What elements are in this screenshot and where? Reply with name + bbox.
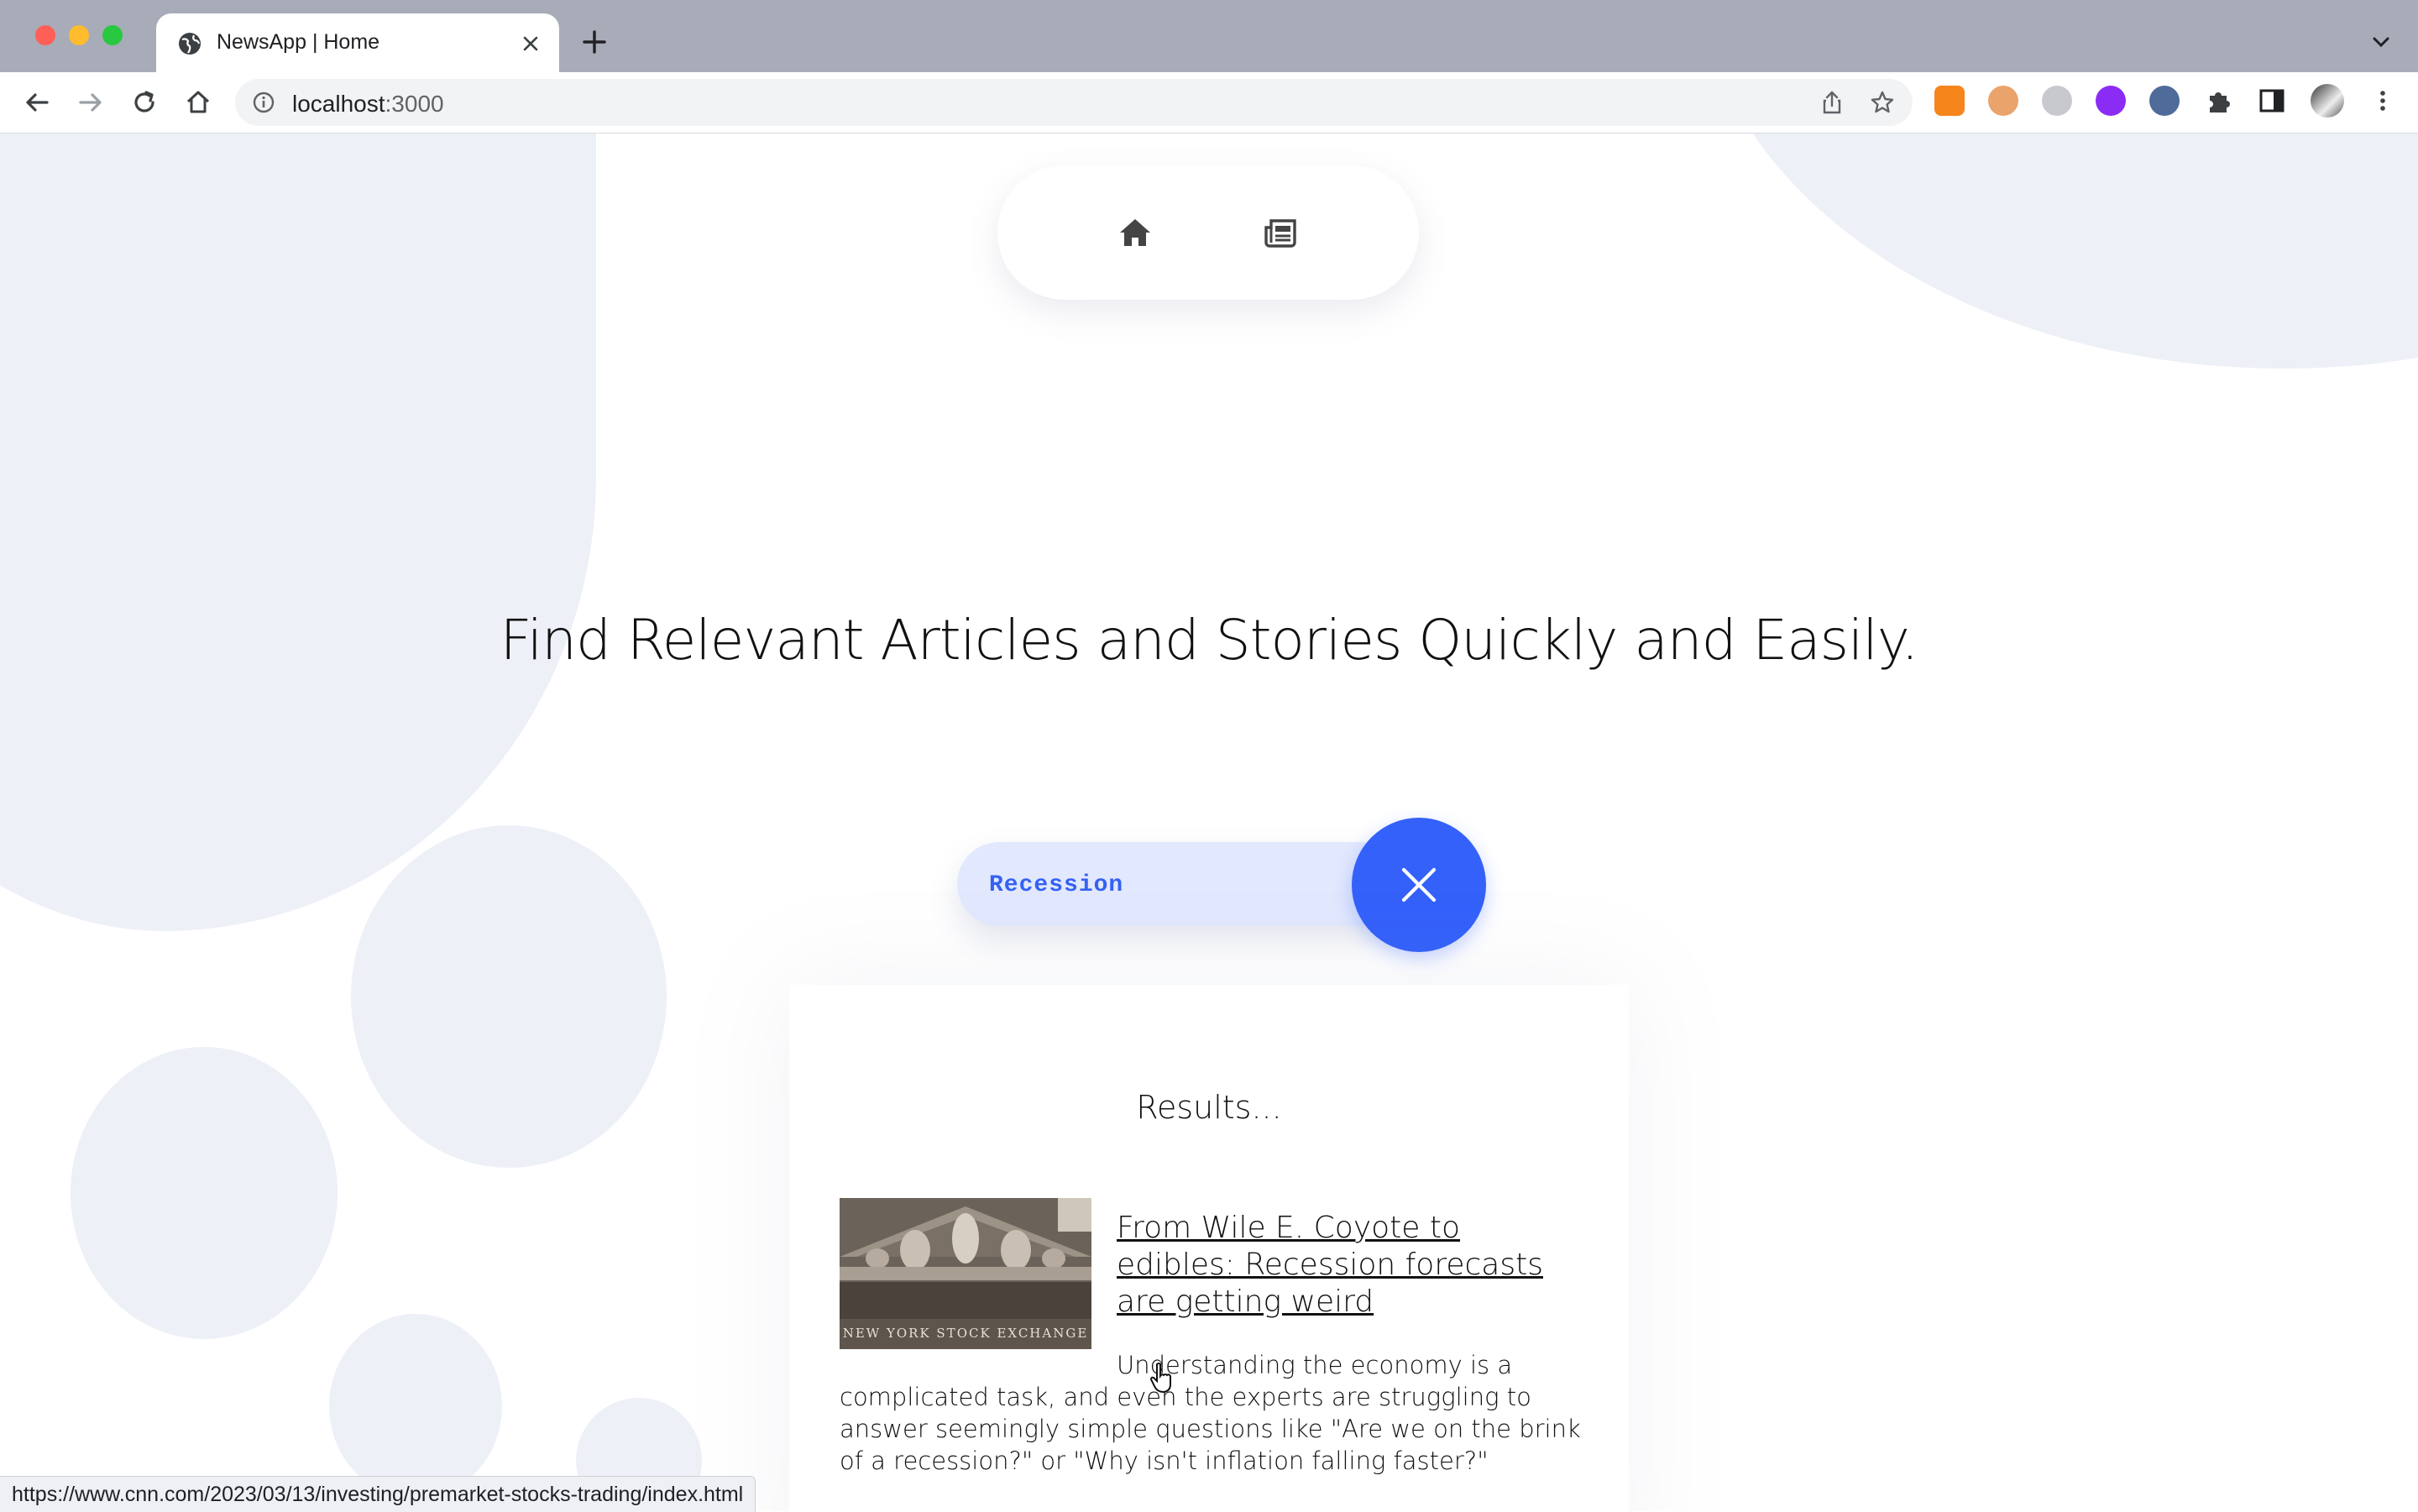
- home-browser-icon[interactable]: [181, 86, 215, 119]
- forward-arrow-icon[interactable]: [74, 86, 107, 119]
- minimize-window-button[interactable]: [69, 25, 89, 45]
- results-card: Results... NEW YORK STOCK EXCHANGE From …: [789, 985, 1629, 1511]
- stock-exchange-facade-image: NEW YORK STOCK EXCHANGE: [840, 1198, 1091, 1349]
- back-arrow-icon[interactable]: [20, 86, 54, 119]
- background-circle: [71, 1047, 338, 1339]
- close-tab-icon[interactable]: [519, 32, 542, 55]
- page-viewport: Find Relevant Articles and Stories Quick…: [0, 133, 2418, 1511]
- background-blob-right: [1696, 133, 2418, 369]
- background-circle: [351, 825, 667, 1168]
- newspaper-icon[interactable]: [1263, 214, 1300, 251]
- thumbnail-caption-text: NEW YORK STOCK EXCHANGE: [843, 1326, 1089, 1341]
- article-thumbnail[interactable]: NEW YORK STOCK EXCHANGE: [840, 1198, 1091, 1349]
- close-window-button[interactable]: [35, 25, 55, 45]
- tab-title: NewsApp | Home: [217, 30, 380, 54]
- clear-search-button[interactable]: [1352, 818, 1486, 952]
- address-bar[interactable]: localhost:3000: [235, 79, 1913, 126]
- search-input[interactable]: [987, 867, 1360, 902]
- fox-extension-icon[interactable]: [1934, 86, 1965, 116]
- search-bar: [957, 842, 1402, 926]
- hand-cursor-icon: [1149, 1363, 1171, 1394]
- maximize-window-button[interactable]: [102, 25, 123, 45]
- background-blob-left: [0, 133, 596, 931]
- article-title-link[interactable]: From Wile E. Coyote to edibles: Recessio…: [1117, 1210, 1587, 1321]
- side-panel-icon[interactable]: [2257, 86, 2287, 116]
- link-status-bar: https://www.cnn.com/2023/03/13/investing…: [0, 1476, 756, 1512]
- browser-tab[interactable]: NewsApp | Home: [156, 13, 559, 72]
- info-icon[interactable]: [252, 91, 275, 114]
- reload-icon[interactable]: [128, 86, 161, 119]
- url-text[interactable]: localhost:3000: [292, 91, 444, 118]
- chevron-down-icon[interactable]: [2369, 30, 2393, 54]
- home-icon[interactable]: [1117, 214, 1154, 251]
- article-description: Understanding the economy is a complicat…: [840, 1351, 1581, 1475]
- cursor-extension-icon[interactable]: [2149, 86, 2180, 116]
- puzzle-icon[interactable]: [2203, 86, 2233, 116]
- results-heading: Results...: [1136, 1089, 1282, 1126]
- react-extension-icon[interactable]: [2042, 86, 2072, 116]
- purple-extension-icon[interactable]: [2096, 86, 2126, 116]
- bookmark-star-icon[interactable]: [1869, 89, 1896, 116]
- browser-tab-bar: NewsApp | Home: [0, 0, 2418, 72]
- new-tab-icon[interactable]: [579, 27, 610, 57]
- share-icon[interactable]: [1819, 89, 1845, 116]
- globe-icon: [179, 33, 201, 55]
- profile-avatar[interactable]: [2311, 84, 2344, 118]
- more-vert-icon[interactable]: [2368, 86, 2398, 116]
- nav-pill: [997, 165, 1419, 300]
- background-circle: [329, 1314, 502, 1499]
- page-headline: Find Relevant Articles and Stories Quick…: [500, 608, 1919, 672]
- monkey-extension-icon[interactable]: [1988, 86, 2018, 116]
- close-icon: [1401, 867, 1437, 902]
